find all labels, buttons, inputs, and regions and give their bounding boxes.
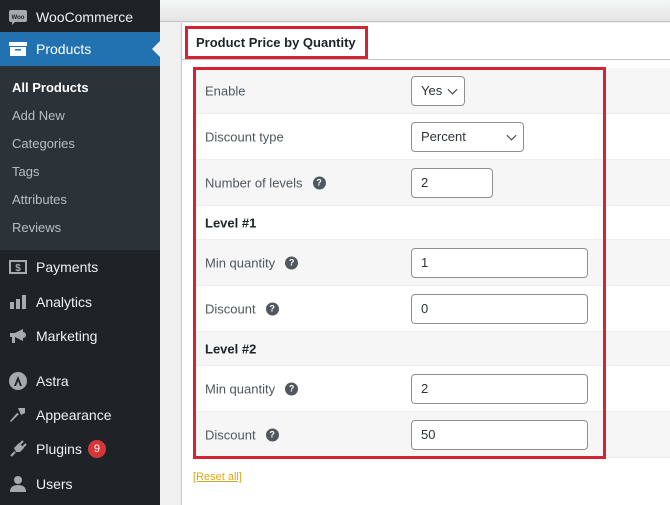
discount-label: Discount?: [205, 427, 279, 442]
row-level-2-min-quantity: Min quantity? 2: [194, 366, 670, 412]
sidebar-item-analytics[interactable]: Analytics: [0, 285, 160, 319]
enable-label: Enable: [205, 83, 246, 98]
enable-select[interactable]: Yes: [411, 75, 465, 106]
submenu-attributes[interactable]: Attributes: [12, 192, 67, 207]
row-level-1-min-quantity: Min quantity? 1: [194, 240, 670, 286]
discount-label: Discount?: [205, 301, 279, 316]
sidebar-item-marketing[interactable]: Marketing: [0, 319, 160, 353]
sidebar-item-label: Plugins: [36, 441, 82, 457]
number-of-levels-label: Number of levels?: [205, 175, 326, 190]
level-1-discount-input[interactable]: 0: [411, 293, 588, 324]
submenu-all-products[interactable]: All Products: [12, 80, 89, 95]
sidebar-item-appearance[interactable]: Appearance: [0, 398, 160, 432]
row-discount-type: Discount type Percent: [194, 114, 670, 160]
user-icon: [8, 474, 28, 494]
row-level-1-discount: Discount? 0: [194, 286, 670, 332]
plug-icon: [8, 439, 28, 459]
sidebar-item-label: Users: [36, 476, 73, 492]
level-2-discount-input[interactable]: 50: [411, 419, 588, 450]
level-1-min-quantity-input[interactable]: 1: [411, 247, 588, 278]
active-indicator: [152, 41, 160, 57]
sidebar-item-label: Astra: [36, 373, 69, 389]
submenu-add-new[interactable]: Add New: [12, 108, 65, 123]
svg-text:$: $: [15, 263, 21, 274]
admin-sidebar: Woo WooCommerce Products All Products Ad…: [0, 0, 160, 505]
products-submenu: All Products Add New Categories Tags Att…: [0, 66, 160, 250]
sidebar-item-label: Marketing: [36, 328, 98, 344]
sidebar-item-woocommerce[interactable]: Woo WooCommerce: [0, 0, 160, 34]
submenu-reviews[interactable]: Reviews: [12, 220, 61, 235]
level-2-min-quantity-input[interactable]: 2: [411, 373, 588, 404]
help-icon[interactable]: ?: [265, 302, 279, 315]
reset-all-link[interactable]: [Reset all]: [193, 471, 242, 483]
sidebar-item-payments[interactable]: $ Payments: [0, 250, 160, 284]
help-icon[interactable]: ?: [265, 428, 279, 441]
panel-header: Product Price by Quantity: [182, 23, 670, 60]
bar-chart-icon: [8, 292, 28, 312]
number-of-levels-input[interactable]: 2: [411, 167, 493, 198]
product-price-by-quantity-panel: Product Price by Quantity Enable Yes Dis…: [181, 23, 670, 505]
row-enable: Enable Yes: [194, 68, 670, 114]
sidebar-item-label: Payments: [36, 259, 99, 275]
chevron-down-icon: [447, 84, 458, 95]
sidebar-item-label: Products: [36, 41, 92, 57]
row-number-of-levels: Number of levels? 2: [194, 160, 670, 206]
svg-text:Woo: Woo: [12, 15, 25, 21]
discount-type-select[interactable]: Percent: [411, 121, 524, 152]
row-level-1-heading: Level #1: [194, 206, 670, 240]
sidebar-item-plugins[interactable]: Plugins 9: [0, 432, 160, 466]
woocommerce-icon: Woo: [8, 7, 28, 27]
min-quantity-label: Min quantity?: [205, 255, 299, 270]
help-icon[interactable]: ?: [285, 256, 299, 269]
update-count-badge: 9: [87, 440, 106, 458]
level-1-heading: Level #1: [205, 215, 257, 230]
submenu-tags[interactable]: Tags: [12, 164, 39, 179]
astra-icon: [8, 371, 28, 391]
discount-type-label: Discount type: [205, 129, 284, 144]
megaphone-icon: [8, 326, 28, 346]
sidebar-item-label: WooCommerce: [36, 9, 133, 25]
panel-title: Product Price by Quantity: [185, 26, 368, 59]
previous-panel-edge: [160, 0, 670, 22]
sidebar-item-products[interactable]: Products: [0, 32, 160, 66]
level-2-heading: Level #2: [205, 341, 257, 356]
sidebar-item-users[interactable]: Users: [0, 467, 160, 501]
help-icon[interactable]: ?: [285, 382, 299, 395]
row-level-2-heading: Level #2: [194, 332, 670, 366]
dollar-card-icon: $: [8, 257, 28, 277]
sidebar-item-astra[interactable]: Astra: [0, 364, 160, 398]
archive-box-icon: [8, 39, 28, 59]
sidebar-item-label: Analytics: [36, 294, 93, 310]
submenu-categories[interactable]: Categories: [12, 136, 75, 151]
min-quantity-label: Min quantity?: [205, 381, 299, 396]
paintbrush-icon: [8, 405, 28, 425]
row-level-2-discount: Discount? 50: [194, 412, 670, 458]
chevron-down-icon: [506, 130, 517, 141]
sidebar-item-label: Appearance: [36, 407, 112, 423]
help-icon[interactable]: ?: [312, 176, 326, 189]
